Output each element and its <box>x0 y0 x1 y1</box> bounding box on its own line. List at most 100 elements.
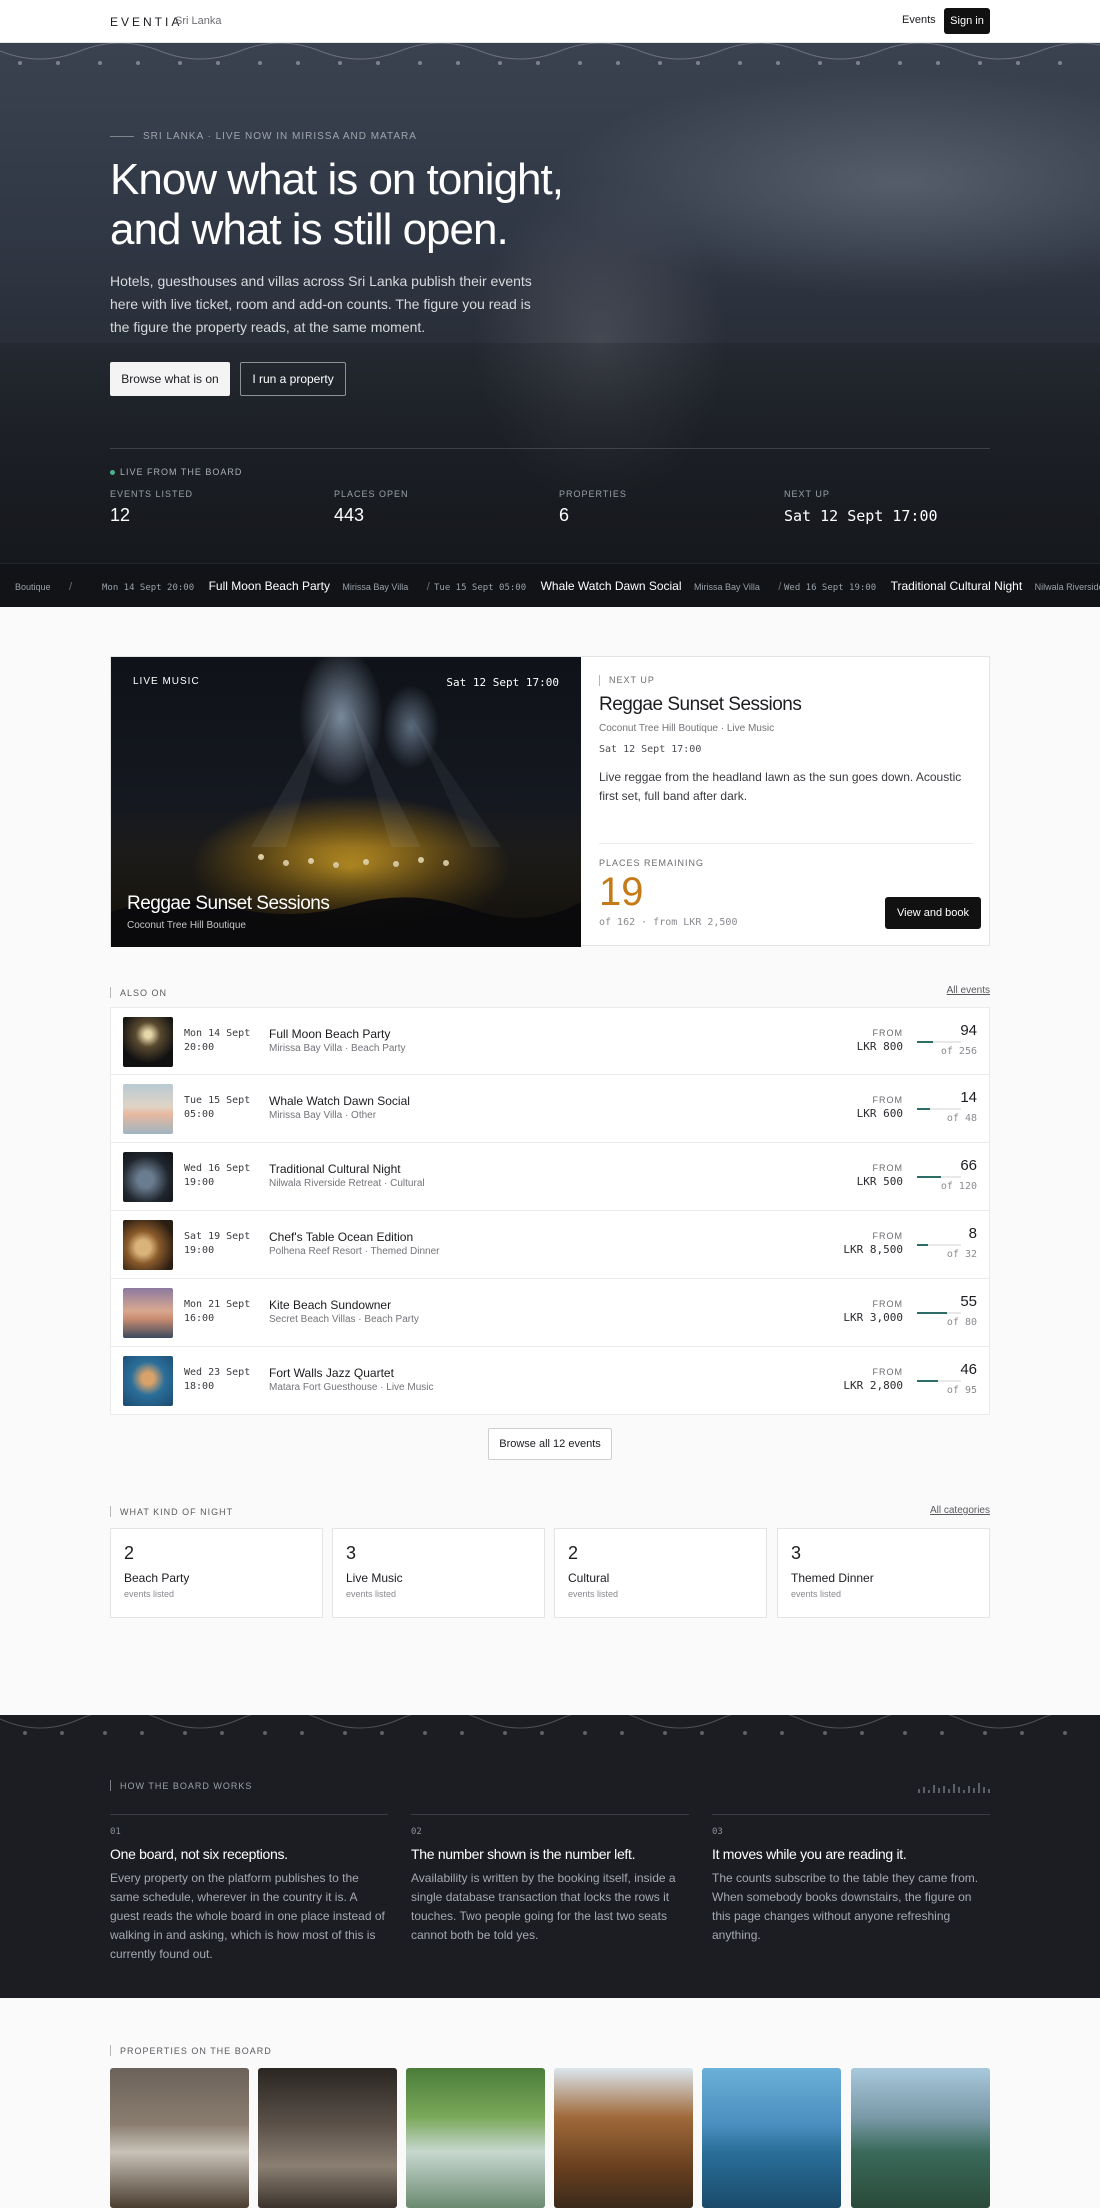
category-card-beach-party[interactable]: 2 Beach Party events listed <box>110 1528 323 1618</box>
step-body: The counts subscribe to the table they c… <box>712 1871 979 1942</box>
price-from-label: FROM <box>872 1028 903 1038</box>
browse-all-events-button[interactable]: Browse all 12 events <box>488 1428 612 1460</box>
places-total: of 48 <box>946 1113 977 1124</box>
live-label: LIVE FROM THE BOARD <box>120 467 243 477</box>
event-row[interactable]: Sat 19 Sept 19:00 Chef's Table Ocean Edit… <box>110 1211 990 1279</box>
section-rule <box>110 1506 111 1517</box>
info-divider <box>599 843 973 844</box>
category-count: 2 <box>124 1543 135 1563</box>
price-from-label: FROM <box>872 1231 903 1241</box>
ticker-separator: / <box>778 581 782 593</box>
event-venue: Matara Fort Guesthouse · Live Music <box>269 1382 434 1393</box>
event-list: Mon 14 Sept 20:00 Full Moon Beach Party M… <box>110 1007 990 1415</box>
price-from-label: FROM <box>872 1163 903 1173</box>
event-name[interactable]: Full Moon Beach Party <box>269 1027 390 1041</box>
browse-button[interactable]: Browse what is on <box>110 362 230 396</box>
category-card-themed-dinner[interactable]: 3 Themed Dinner events listed <box>777 1528 990 1618</box>
ticker-venue: Mirissa Bay Villa <box>693 582 760 592</box>
event-day: Wed 23 Sept <box>184 1367 251 1378</box>
availability-fill <box>917 1380 939 1382</box>
event-time: 20:00 <box>184 1042 215 1053</box>
all-events-link[interactable]: All events <box>947 985 990 996</box>
event-thumbnail <box>123 1356 173 1406</box>
step-body: Every property on the platform publishes… <box>110 1871 385 1961</box>
event-price: LKR 2,800 <box>843 1379 903 1392</box>
event-row[interactable]: Mon 21 Sept 16:00 Kite Beach Sundowner Se… <box>110 1279 990 1347</box>
string-lights-decoration <box>0 43 1100 65</box>
event-name[interactable]: Fort Walls Jazz Quartet <box>269 1366 394 1380</box>
event-name[interactable]: Kite Beach Sundowner <box>269 1298 391 1312</box>
event-row[interactable]: Tue 15 Sept 05:00 Whale Watch Dawn Social… <box>110 1075 990 1143</box>
event-venue: Mirissa Bay Villa · Beach Party <box>269 1043 406 1054</box>
category-label: Live Music <box>346 1571 403 1585</box>
hero-divider <box>110 448 990 449</box>
event-name[interactable]: Chef's Table Ocean Edition <box>269 1230 413 1244</box>
price-from-label: FROM <box>872 1367 903 1377</box>
stat-value: 6 <box>559 505 570 525</box>
places-total: of 95 <box>946 1385 977 1396</box>
property-photo[interactable] <box>554 2068 693 2208</box>
nav-events-link[interactable]: Events <box>902 14 936 26</box>
step-rule <box>411 1814 689 1815</box>
event-name[interactable]: Whale Watch Dawn Social <box>269 1094 410 1108</box>
how-step-2: 02 The number shown is the number left. … <box>411 1814 689 1945</box>
signin-button[interactable]: Sign in <box>944 8 990 34</box>
event-thumbnail <box>123 1152 173 1202</box>
also-on-heading: ALSO ON <box>120 988 168 998</box>
view-and-book-button[interactable]: View and book <box>885 897 981 929</box>
ticker-name: Traditional Cultural Night <box>890 579 1023 593</box>
how-step-3: 03 It moves while you are reading it. Th… <box>712 1814 990 1945</box>
event-day: Sat 19 Sept <box>184 1231 251 1242</box>
places-left: 66 <box>960 1157 977 1174</box>
stat-value: 443 <box>334 505 365 525</box>
event-description: Live reggae from the headland lawn as th… <box>599 770 962 803</box>
availability-bar <box>917 1312 961 1314</box>
places-remaining-label: PLACES REMAINING <box>599 858 705 868</box>
event-row[interactable]: Wed 23 Sept 18:00 Fort Walls Jazz Quartet… <box>110 1347 990 1415</box>
event-ticker[interactable]: Boutique / Mon 14 Sept 20:00 Full Moon B… <box>0 563 1100 607</box>
availability-fill <box>917 1108 930 1110</box>
step-body: Availability is written by the booking i… <box>411 1871 676 1942</box>
ticker-item[interactable]: Wed 16 Sept 19:00 Traditional Cultural N… <box>784 564 1100 607</box>
featured-event-card[interactable]: LIVE MUSIC Sat 12 Sept 17:00 Reggae Suns… <box>110 656 990 947</box>
ticker-venue: Boutique <box>15 582 51 592</box>
event-time: 18:00 <box>184 1381 215 1392</box>
places-left: 94 <box>960 1022 977 1039</box>
ticker-item[interactable]: Tue 15 Sept 05:00 Whale Watch Dawn Socia… <box>434 564 781 607</box>
property-photo[interactable] <box>258 2068 397 2208</box>
event-venue: Nilwala Riverside Retreat · Cultural <box>269 1178 425 1189</box>
event-time: 16:00 <box>184 1313 215 1324</box>
step-number: 03 <box>712 1827 723 1837</box>
event-venue: Coconut Tree Hill Boutique · Live Music <box>599 723 775 734</box>
kicker-rule <box>110 136 134 137</box>
ticker-item[interactable]: Boutique / <box>15 564 72 607</box>
event-name[interactable]: Traditional Cultural Night <box>269 1162 401 1176</box>
category-tag: LIVE MUSIC <box>133 676 200 687</box>
event-day: Mon 14 Sept <box>184 1028 251 1039</box>
event-row[interactable]: Mon 14 Sept 20:00 Full Moon Beach Party M… <box>110 1007 990 1075</box>
availability-fill <box>917 1176 942 1178</box>
event-row[interactable]: Wed 16 Sept 19:00 Traditional Cultural Ni… <box>110 1143 990 1211</box>
price-from-label: FROM <box>872 1299 903 1309</box>
category-card-live-music[interactable]: 3 Live Music events listed <box>332 1528 545 1618</box>
property-photo[interactable] <box>851 2068 990 2208</box>
event-venue: Mirissa Bay Villa · Other <box>269 1110 377 1121</box>
property-photo[interactable] <box>702 2068 841 2208</box>
category-grid: 2 Beach Party events listed 3 Live Music… <box>110 1528 990 1618</box>
property-photo[interactable] <box>406 2068 545 2208</box>
brand-logo[interactable]: EVENTIA <box>110 15 182 29</box>
ticker-item[interactable]: Mon 14 Sept 20:00 Full Moon Beach Party … <box>102 564 430 607</box>
event-thumbnail <box>123 1017 173 1067</box>
event-day: Wed 16 Sept <box>184 1163 251 1174</box>
featured-event-photo[interactable]: LIVE MUSIC Sat 12 Sept 17:00 Reggae Suns… <box>111 657 581 947</box>
photo-time: Sat 12 Sept 17:00 <box>446 676 559 689</box>
category-card-cultural[interactable]: 2 Cultural events listed <box>554 1528 767 1618</box>
places-total: of 256 <box>940 1046 977 1057</box>
category-sub: events listed <box>124 1589 175 1599</box>
activity-sparkline-icon <box>918 1783 990 1793</box>
property-photo[interactable] <box>110 2068 249 2208</box>
all-categories-link[interactable]: All categories <box>930 1505 990 1516</box>
string-lights-decoration <box>0 1715 1067 1735</box>
property-owner-button[interactable]: I run a property <box>240 362 346 396</box>
event-title[interactable]: Reggae Sunset Sessions <box>599 694 802 716</box>
